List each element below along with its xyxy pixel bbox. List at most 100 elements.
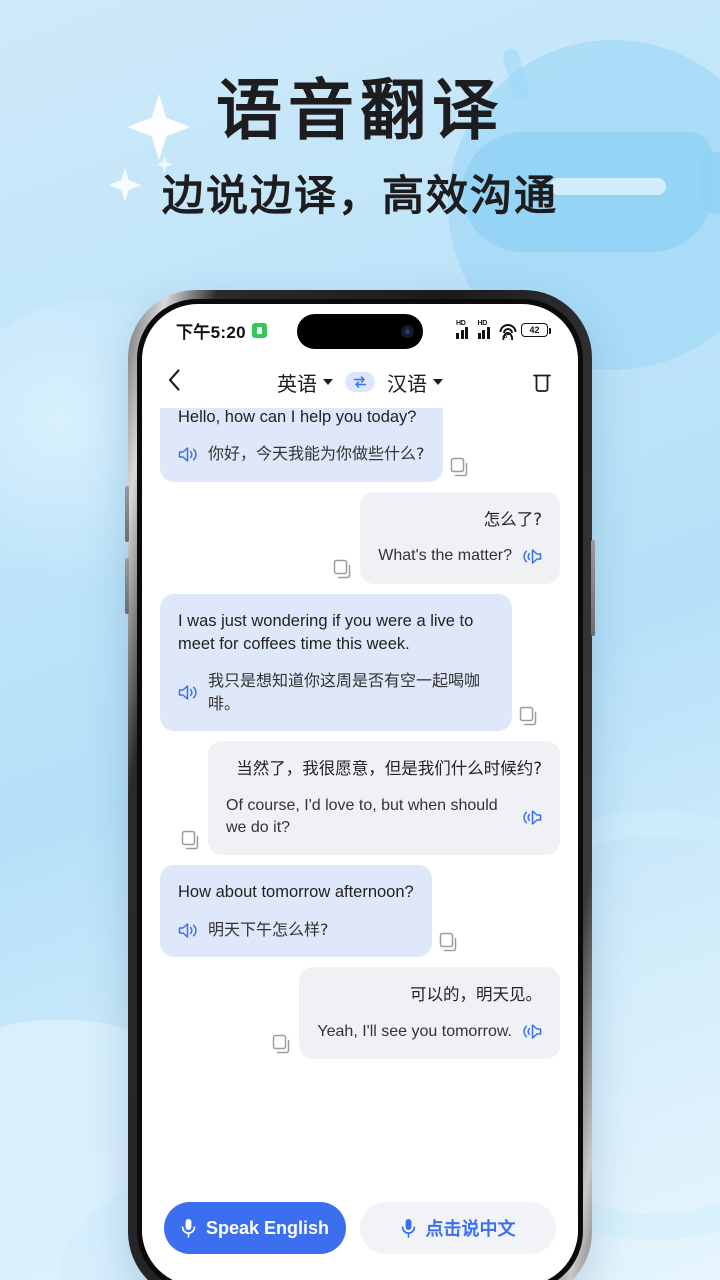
message-translation-row: 明天下午怎么样? [178, 919, 414, 941]
copy-button[interactable] [180, 829, 202, 851]
speak-english-button[interactable]: Speak English [164, 1202, 346, 1254]
speaker-icon [178, 922, 197, 938]
back-button[interactable] [168, 368, 198, 396]
message-bubble[interactable]: How about tomorrow afternoon? 明天下午怎么样? [160, 865, 432, 958]
message-row: 当然了，我很愿意，但是我们什么时候约? Of course, I'd love t… [160, 741, 560, 856]
play-audio-button[interactable] [178, 922, 198, 939]
speak-chinese-button[interactable]: 点击说中文 [360, 1202, 556, 1254]
message-row: I was just wondering if you were a live … [160, 593, 560, 732]
message-bubble[interactable]: 怎么了? What's the matter? [360, 491, 560, 584]
play-audio-button[interactable] [522, 1023, 542, 1040]
message-translation: 明天下午怎么样? [208, 919, 329, 939]
copy-icon [333, 559, 351, 578]
status-time: 下午5:20 [176, 322, 246, 342]
hero-section: 语音翻译 边说边译，高效沟通 [0, 74, 720, 223]
status-bar-right: HD HD 6 42 [456, 320, 551, 340]
volume-up-button[interactable] [125, 486, 129, 542]
chevron-down-icon [323, 379, 333, 385]
speaker-icon [178, 685, 197, 701]
message-bubble[interactable]: Hello, how can I help you today? 你好，今天我能为… [160, 408, 443, 482]
copy-button[interactable] [449, 456, 471, 478]
target-language-selector[interactable]: 汉语 [387, 368, 443, 397]
trash-icon [533, 374, 551, 392]
copy-button[interactable] [438, 931, 460, 953]
play-audio-button[interactable] [522, 809, 542, 826]
message-translation-row: 我只是想知道你这周是否有空一起喝咖啡。 [178, 670, 494, 715]
speak-controls: Speak English 点击说中文 [142, 1194, 578, 1280]
target-language-label: 汉语 [387, 371, 427, 396]
wifi-generation-label: 6 [501, 331, 514, 340]
source-language-label: 英语 [277, 371, 317, 396]
battery-icon: 42 [521, 323, 551, 337]
battery-level-label: 42 [529, 325, 540, 335]
speaker-icon [523, 549, 542, 564]
message-source-text: 当然了，我很愿意，但是我们什么时候约? [236, 759, 542, 779]
message-translation: Of course, I'd love to, but when should … [226, 796, 498, 837]
cellular-signal-1-icon: HD [456, 320, 473, 339]
app-header: 英语 汉语 [142, 356, 578, 408]
play-audio-button[interactable] [522, 548, 542, 565]
speaker-icon [178, 447, 197, 462]
message-row: Hello, how can I help you today? 你好，今天我能为… [160, 408, 560, 482]
message-source-text: How about tomorrow afternoon? [178, 883, 414, 902]
front-camera-icon [401, 325, 414, 338]
message-bubble[interactable]: 可以的，明天见。 Yeah, I'll see you tomorrow. [299, 967, 560, 1060]
power-button[interactable] [591, 540, 595, 636]
copy-icon [519, 707, 537, 726]
speaker-icon [523, 1024, 542, 1040]
message-source-text: Hello, how can I help you today? [178, 408, 417, 426]
message-row: 怎么了? What's the matter? [160, 491, 560, 584]
play-audio-button[interactable] [178, 446, 198, 463]
play-audio-button[interactable] [178, 684, 198, 701]
dynamic-island [297, 314, 423, 349]
message-translation: Yeah, I'll see you tomorrow. [317, 1022, 512, 1040]
speak-english-label: Speak English [205, 1217, 330, 1238]
cellular-signal-2-icon: HD [477, 320, 495, 339]
source-language-selector[interactable]: 英语 [277, 368, 333, 397]
volume-down-button[interactable] [125, 558, 129, 614]
message-source-text: I was just wondering if you were a live … [178, 611, 474, 654]
message-source-text: 可以的，明天见。 [410, 985, 542, 1005]
message-translation: 我只是想知道你这周是否有空一起喝咖啡。 [208, 671, 481, 713]
speak-chinese-label: 点击说中文 [425, 1219, 516, 1240]
message-translation: 你好，今天我能为你做些什么? [208, 444, 425, 464]
status-bar: 下午5:20 HD HD 6 42 [142, 304, 578, 356]
copy-icon [181, 831, 199, 850]
app-badge-icon [251, 322, 267, 338]
copy-icon [273, 1034, 290, 1054]
swap-languages-button[interactable] [345, 372, 375, 392]
copy-button[interactable] [518, 705, 540, 727]
message-translation-row: 你好，今天我能为你做些什么? [178, 443, 425, 465]
message-translation-row: Of course, I'd love to, but when should … [226, 795, 542, 840]
message-translation-row: Yeah, I'll see you tomorrow. [317, 1021, 542, 1043]
copy-icon [439, 933, 456, 952]
page-subtitle: 边说边译，高效沟通 [161, 170, 558, 220]
message-bubble[interactable]: I was just wondering if you were a live … [160, 593, 512, 732]
conversation-scroll: Hello, how can I help you today? 你好，今天我能为… [142, 408, 578, 1060]
chevron-left-icon [168, 368, 180, 391]
language-selector: 英语 汉语 [198, 368, 522, 397]
phone-mockup: 下午5:20 HD HD 6 42 英语 汉语 Hello, how can I… [125, 290, 595, 1280]
phone-bezel: 下午5:20 HD HD 6 42 英语 汉语 Hello, how can I… [137, 299, 583, 1280]
microphone-icon [401, 1219, 415, 1238]
message-translation-row: What's the matter? [378, 545, 542, 567]
copy-button[interactable] [271, 1033, 293, 1055]
phone-screen: 下午5:20 HD HD 6 42 英语 汉语 Hello, how can I… [142, 304, 578, 1280]
page-title: 语音翻译 [216, 72, 504, 149]
copy-button[interactable] [332, 558, 354, 580]
clear-conversation-button[interactable] [522, 371, 552, 393]
message-row: 可以的，明天见。 Yeah, I'll see you tomorrow. [160, 967, 560, 1060]
hd-label-1: HD [456, 320, 466, 327]
hd-label-2: HD [477, 320, 488, 327]
message-source-text: 怎么了? [483, 509, 542, 529]
message-translation: What's the matter? [378, 547, 512, 565]
message-row: How about tomorrow afternoon? 明天下午怎么样? [160, 865, 560, 958]
wifi-icon: 6 [499, 323, 516, 340]
message-bubble[interactable]: 当然了，我很愿意，但是我们什么时候约? Of course, I'd love t… [208, 741, 560, 856]
speaker-icon [523, 809, 542, 825]
copy-icon [450, 457, 467, 477]
conversation-list[interactable]: Hello, how can I help you today? 你好，今天我能为… [142, 408, 578, 1194]
status-bar-left: 下午5:20 [176, 318, 267, 343]
microphone-icon [181, 1219, 196, 1238]
swap-arrows-icon [353, 376, 367, 388]
